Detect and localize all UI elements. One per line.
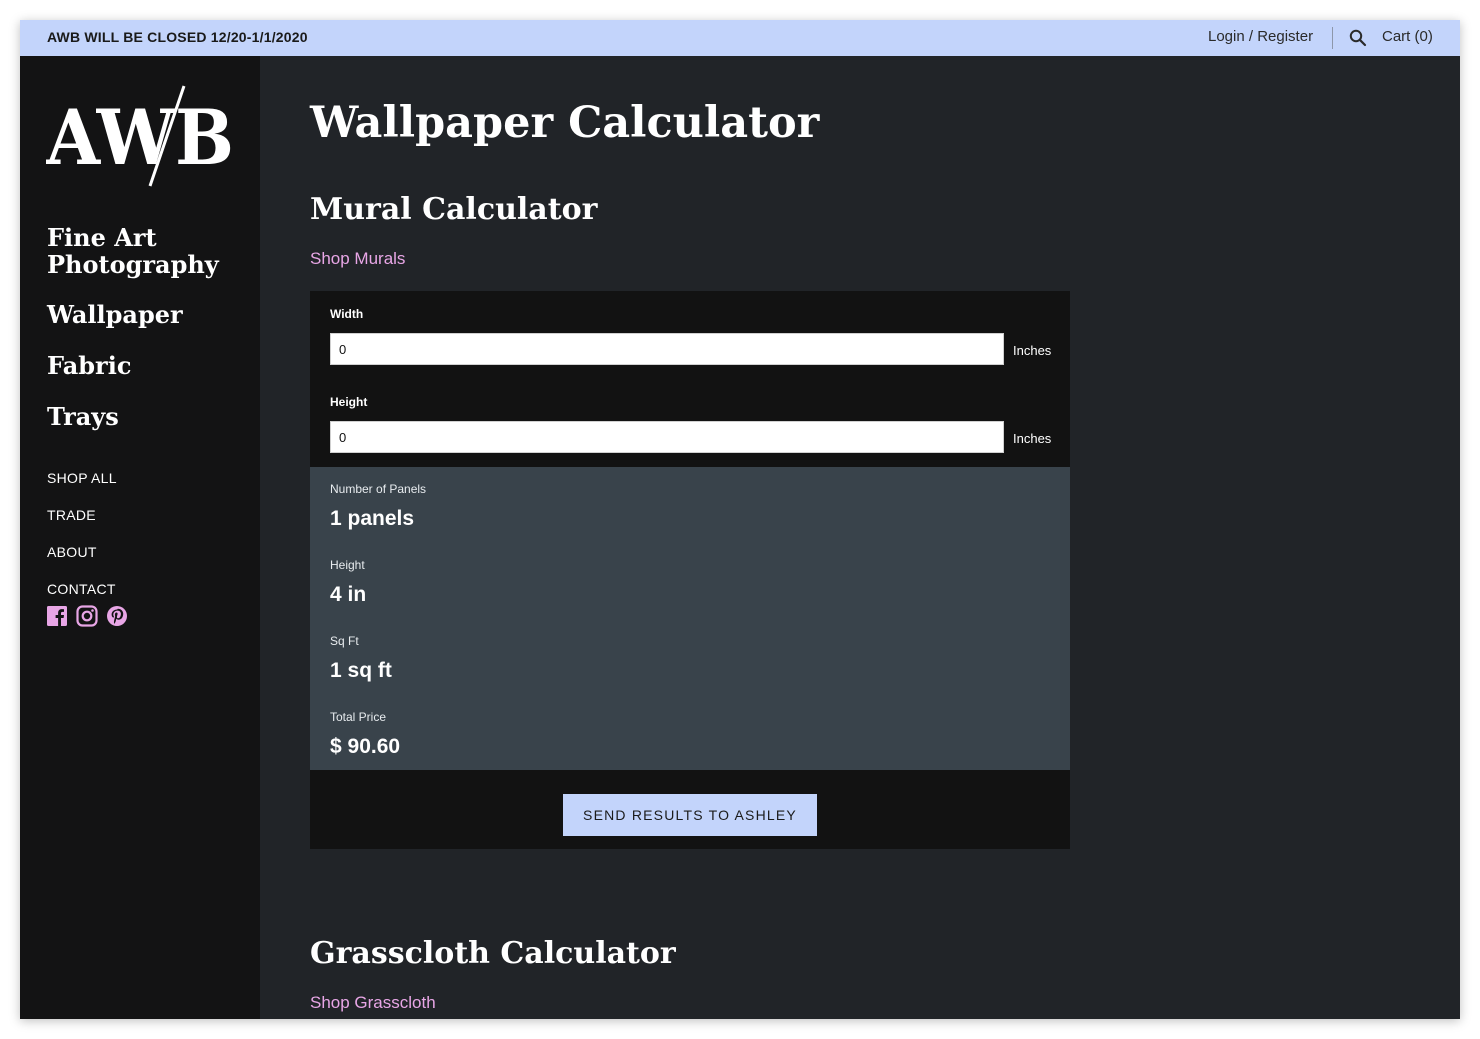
logo-text: AWB (46, 93, 234, 182)
login-register-link[interactable]: Login / Register (1208, 28, 1313, 45)
shop-grasscloth-link[interactable]: Shop Grasscloth (310, 993, 436, 1013)
width-input[interactable] (330, 333, 1004, 365)
sqft-label: Sq Ft (330, 634, 359, 648)
nav-label-fine-art: Fine Art (47, 223, 157, 252)
grasscloth-calculator-title: Grasscloth Calculator (310, 936, 676, 971)
total-price-value: $ 90.60 (330, 735, 401, 758)
panels-label: Number of Panels (330, 482, 427, 496)
nav-wallpaper[interactable]: Wallpaper (47, 301, 183, 328)
nav-label-photography: Photography (47, 250, 219, 279)
total-price-label: Total Price (330, 710, 387, 724)
search-icon[interactable] (1349, 29, 1367, 47)
width-label: Width (330, 307, 364, 321)
height-unit: Inches (1013, 431, 1052, 446)
top-bar: AWB WILL BE CLOSED 12/20-1/1/2020 Login … (20, 20, 1460, 56)
results-panel: Number of Panels 1 panels Height 4 in Sq… (310, 467, 1070, 770)
nav-trays[interactable]: Trays (47, 403, 119, 430)
result-height-value: 4 in (330, 583, 367, 606)
sqft-value: 1 sq ft (330, 659, 392, 682)
nav-contact[interactable]: CONTACT (47, 581, 116, 597)
main-content: Wallpaper Calculator Mural Calculator Sh… (260, 56, 1460, 1019)
nav-trade[interactable]: TRADE (47, 507, 96, 523)
result-height-label: Height (330, 558, 365, 572)
mural-calculator-panel: Width Inches Height Inches Number of Pan… (310, 291, 1070, 849)
nav-about[interactable]: ABOUT (47, 544, 97, 560)
closure-notice: AWB WILL BE CLOSED 12/20-1/1/2020 (47, 29, 308, 45)
cart-link[interactable]: Cart (0) (1382, 28, 1433, 45)
width-unit: Inches (1013, 343, 1052, 358)
nav-fabric[interactable]: Fabric (47, 352, 131, 379)
height-input[interactable] (330, 421, 1004, 453)
nav-shop-all[interactable]: SHOP ALL (47, 470, 117, 486)
panels-value: 1 panels (330, 507, 415, 530)
nav-fine-art-photography[interactable]: Fine Art Photography (47, 224, 219, 278)
awb-logo[interactable]: AWB (46, 84, 236, 188)
sidebar: AWB Fine Art Photography Wallpaper Fabri… (20, 56, 260, 1019)
facebook-icon[interactable] (46, 605, 68, 627)
shop-murals-link[interactable]: Shop Murals (310, 249, 405, 269)
topbar-divider (1332, 27, 1333, 49)
send-results-button[interactable]: SEND RESULTS TO ASHLEY (563, 794, 817, 836)
pinterest-icon[interactable] (106, 605, 128, 627)
instagram-icon[interactable] (76, 605, 98, 627)
browser-page: AWB WILL BE CLOSED 12/20-1/1/2020 Login … (20, 20, 1460, 1019)
height-label: Height (330, 395, 368, 409)
page-title: Wallpaper Calculator (310, 98, 820, 148)
mural-calculator-title: Mural Calculator (310, 192, 598, 227)
